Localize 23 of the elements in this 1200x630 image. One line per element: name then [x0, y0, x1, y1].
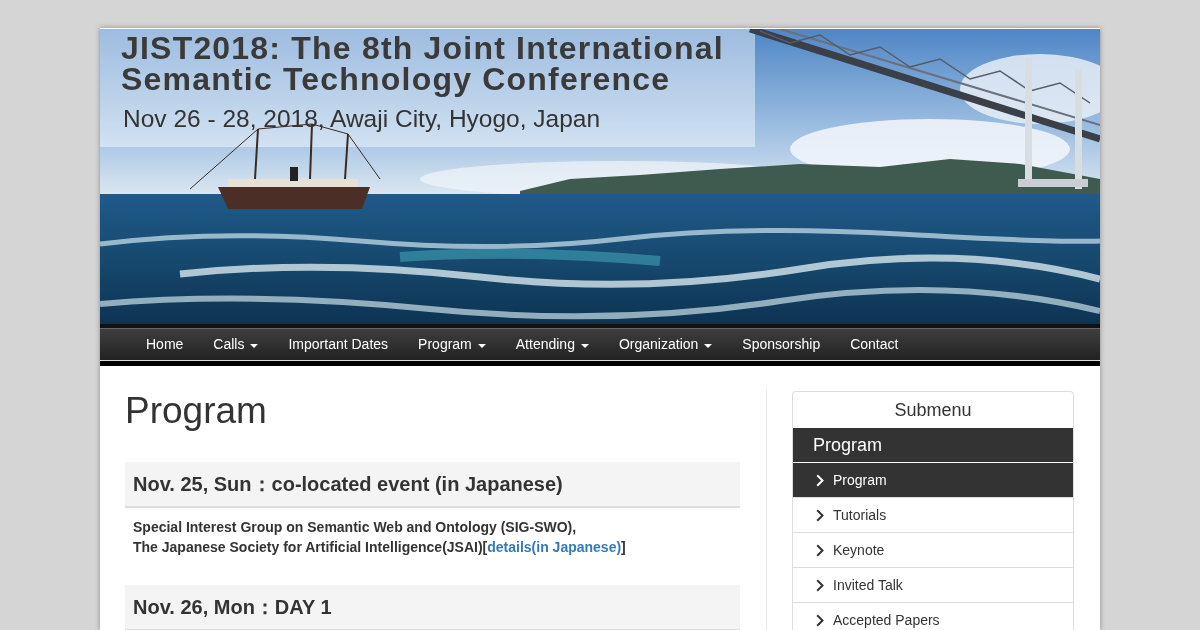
nav-link[interactable]: Sponsorship	[727, 329, 836, 360]
section-heading: Nov. 26, Mon：DAY 1	[125, 585, 740, 630]
nav-link[interactable]: Organization	[603, 329, 728, 360]
details-link[interactable]: details(in Japanese)	[487, 539, 622, 555]
nav-link[interactable]: Important Dates	[273, 329, 404, 360]
nav-link[interactable]: Contact	[835, 329, 914, 360]
submenu-title: Submenu	[893, 399, 973, 422]
chevron-right-icon	[816, 578, 824, 592]
event-description: Special Interest Group on Semantic Web and Ontology (SIG-SWO), The Japanese Society for Artificial Intelligence(JSAI)[details(in Japanese)]	[132, 518, 627, 557]
chevron-right-icon	[816, 613, 824, 627]
banner-subtitle: Nov 26 - 28, 2018, Awaji City, Hyogo, Japan	[123, 105, 602, 133]
chevron-right-icon	[816, 473, 824, 487]
submenu-group-heading: Program	[793, 428, 1073, 463]
nav-link[interactable]: Attending	[500, 329, 604, 360]
nav-link[interactable]: Calls	[198, 329, 274, 360]
nav-link[interactable]: Program	[403, 329, 501, 360]
chevron-right-icon	[816, 543, 824, 557]
nav-link[interactable]: Home	[131, 329, 199, 360]
section-heading: Nov. 25, Sun：co-located event (in Japanese)	[125, 462, 740, 508]
chevron-right-icon	[816, 508, 824, 522]
banner-title: JIST2018: The 8th Joint International Semantic Technology Conference	[121, 33, 724, 95]
submenu-item[interactable]: Program	[793, 463, 1073, 498]
page-title: Program	[125, 391, 268, 431]
